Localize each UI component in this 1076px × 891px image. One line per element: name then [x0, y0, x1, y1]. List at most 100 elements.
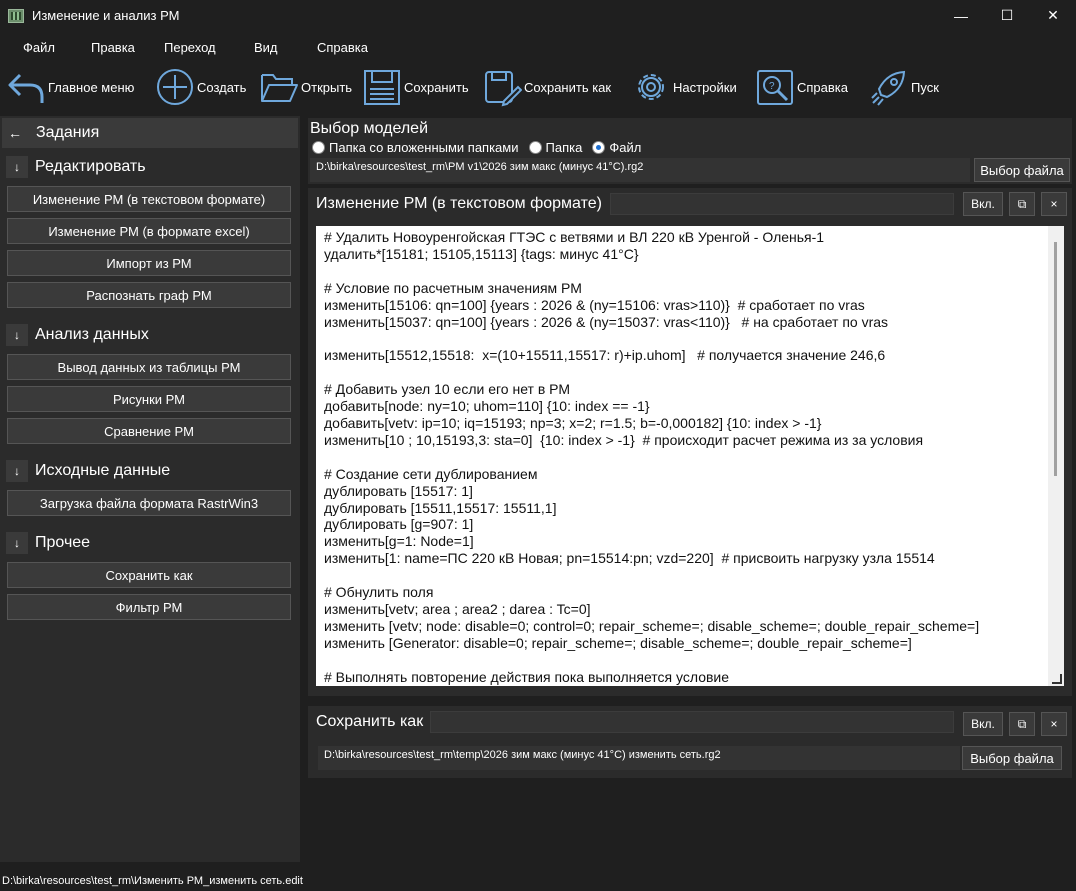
save-as-label: Сохранить как	[524, 79, 612, 95]
radio-file-circle[interactable]	[592, 141, 606, 154]
save-copy-icon[interactable]: ⧉	[1009, 712, 1035, 736]
task-recognize-graph[interactable]: Распознать граф РМ	[7, 282, 291, 308]
task-import[interactable]: Импорт из РМ	[7, 250, 291, 276]
script-line[interactable]: изменить[15106: qn=100] {years : 2026 & …	[324, 297, 1044, 314]
radio-folder-label: Папка	[545, 140, 583, 155]
rocket-icon	[871, 70, 906, 106]
save-button[interactable]: Сохранить	[362, 62, 469, 112]
main-menu-button[interactable]: Главное меню	[6, 62, 134, 112]
script-line[interactable]: дублировать [15511,15517: 15511,1]	[324, 500, 1044, 517]
settings-label: Настройки	[673, 79, 737, 95]
tasks-title: Задания	[36, 124, 100, 141]
edit-enable-button[interactable]: Вкл.	[963, 192, 1003, 216]
task-edit-excel[interactable]: Изменение РМ (в формате excel)	[7, 218, 291, 244]
resize-grip-icon[interactable]	[1052, 674, 1062, 684]
section-analysis-toggle[interactable]: ↓	[6, 324, 28, 346]
script-line[interactable]: # Выполнять повторение действия пока вып…	[324, 669, 1044, 686]
task-edit-text[interactable]: Изменение РМ (в текстовом формате)	[7, 186, 291, 212]
section-other-toggle[interactable]: ↓	[6, 532, 28, 554]
window-controls: — ☐ ✕	[938, 0, 1076, 31]
script-line[interactable]	[324, 364, 1044, 381]
editor-scrollbar[interactable]	[1048, 226, 1064, 686]
menu-navigate[interactable]: Переход	[164, 40, 216, 55]
script-line[interactable]: изменить[15512,15518: x=(10+15511,15517:…	[324, 347, 1044, 364]
copy-icon[interactable]: ⧉	[1009, 192, 1035, 216]
menu-bar: Файл Правка Переход Вид Справка	[0, 34, 1076, 60]
menu-help[interactable]: Справка	[317, 40, 368, 55]
editor-scroll-thumb[interactable]	[1054, 242, 1057, 476]
script-line[interactable]: добавить[node: ny=10; uhom=110] {10: ind…	[324, 398, 1044, 415]
model-select-title: Выбор моделей	[310, 120, 428, 137]
save-path-field[interactable]: D:\birka\resources\test_rm\temp\2026 зим…	[318, 746, 960, 770]
settings-button[interactable]: Настройки	[631, 62, 737, 112]
script-line[interactable]: # Условие по расчетным значениям РМ	[324, 280, 1044, 297]
radio-folder-circle[interactable]	[528, 141, 542, 154]
script-line[interactable]: изменить[g=1: Node=1]	[324, 533, 1044, 550]
app-icon	[8, 8, 24, 23]
create-button[interactable]: Создать	[155, 62, 246, 112]
save-panel-title: Сохранить как	[316, 713, 424, 730]
model-file-button[interactable]: Выбор файла	[974, 158, 1070, 182]
save-close-icon[interactable]: ×	[1041, 712, 1067, 736]
radio-subfolders-circle[interactable]	[312, 141, 325, 154]
task-filter[interactable]: Фильтр РМ	[7, 594, 291, 620]
script-editor[interactable]: # Удалить Новоуренгойская ГТЭС с ветвями…	[316, 226, 1064, 686]
menu-view[interactable]: Вид	[254, 40, 278, 55]
script-line[interactable]: добавить[vetv: ip=10; iq=15193; np=3; x=…	[324, 415, 1044, 432]
script-line[interactable]: дублировать [15517: 1]	[324, 483, 1044, 500]
script-line[interactable]	[324, 330, 1044, 347]
script-line[interactable]	[324, 652, 1044, 669]
window-title: Изменение и анализ РМ	[32, 8, 180, 23]
model-path-field[interactable]: D:\birka\resources\test_rm\PM v1\2026 зи…	[310, 158, 970, 182]
task-pictures[interactable]: Рисунки РМ	[7, 386, 291, 412]
script-line[interactable]: изменить[vetv; area ; area2 ; darea : Tc…	[324, 601, 1044, 618]
save-as-button[interactable]: Сохранить как	[482, 62, 611, 112]
task-save-as[interactable]: Сохранить как	[7, 562, 291, 588]
menu-file[interactable]: Файл	[23, 40, 55, 55]
section-edit-toggle[interactable]: ↓	[6, 156, 28, 178]
script-line[interactable]: изменить [Generator: disable=0; repair_s…	[324, 635, 1044, 652]
section-edit-label: Редактировать	[35, 158, 146, 175]
minimize-button[interactable]: —	[938, 0, 984, 31]
run-button[interactable]: Пуск	[869, 62, 939, 112]
radio-folder[interactable]: Папка	[528, 140, 583, 155]
script-text[interactable]: # Удалить Новоуренгойская ГТЭС с ветвями…	[324, 229, 1044, 685]
section-analysis: ↓ Анализ данных	[6, 322, 149, 348]
tasks-header: ← Задания	[2, 118, 298, 148]
section-analysis-label: Анализ данных	[35, 326, 149, 343]
script-line[interactable]	[324, 449, 1044, 466]
task-load-rastrwin[interactable]: Загрузка файла формата RastrWin3	[7, 490, 291, 516]
open-label: Открыть	[301, 79, 353, 95]
save-enable-button[interactable]: Вкл.	[963, 712, 1003, 736]
script-line[interactable]: # Обнулить поля	[324, 584, 1044, 601]
section-source-label: Исходные данные	[35, 462, 171, 479]
script-line[interactable]	[324, 263, 1044, 280]
script-line[interactable]: дублировать [g=907: 1]	[324, 516, 1044, 533]
script-line[interactable]: # Создание сети дублированием	[324, 466, 1044, 483]
script-line[interactable]	[324, 567, 1044, 584]
script-line[interactable]: # Добавить узел 10 если его нет в РМ	[324, 381, 1044, 398]
script-line[interactable]: удалить*[15181; 15105,15113] {tags: мину…	[324, 246, 1044, 263]
script-line[interactable]: изменить[1: name=ПС 220 кВ Новая; pn=155…	[324, 550, 1044, 567]
close-icon[interactable]: ×	[1041, 192, 1067, 216]
task-compare[interactable]: Сравнение РМ	[7, 418, 291, 444]
script-line[interactable]: # Удалить Новоуренгойская ГТЭС с ветвями…	[324, 229, 1044, 246]
save-panel-name-input[interactable]	[430, 711, 954, 733]
save-file-button[interactable]: Выбор файла	[962, 746, 1062, 770]
edit-panel-name-input[interactable]	[610, 193, 954, 215]
open-button[interactable]: Открыть	[259, 62, 352, 112]
menu-edit[interactable]: Правка	[91, 40, 135, 55]
maximize-button[interactable]: ☐	[984, 0, 1030, 31]
script-line[interactable]: изменить [vetv; node: disable=0; control…	[324, 618, 1044, 635]
script-line[interactable]: изменить[10 ; 10,15193,3: sta=0] {10: in…	[324, 432, 1044, 449]
task-output-table[interactable]: Вывод данных из таблицы РМ	[7, 354, 291, 380]
script-line[interactable]: изменить[15037: qn=100] {years : 2026 & …	[324, 314, 1044, 331]
section-source-toggle[interactable]: ↓	[6, 460, 28, 482]
edit-text-panel: Изменение РМ (в текстовом формате) Вкл. …	[308, 188, 1072, 696]
radio-subfolders[interactable]: Папка со вложенными папками	[312, 140, 519, 155]
close-window-button[interactable]: ✕	[1030, 0, 1076, 31]
collapse-sidebar-button[interactable]: ←	[2, 125, 28, 141]
gear-icon	[638, 74, 664, 100]
help-button[interactable]: ? Справка	[755, 62, 848, 112]
radio-file[interactable]: Файл	[592, 140, 641, 155]
